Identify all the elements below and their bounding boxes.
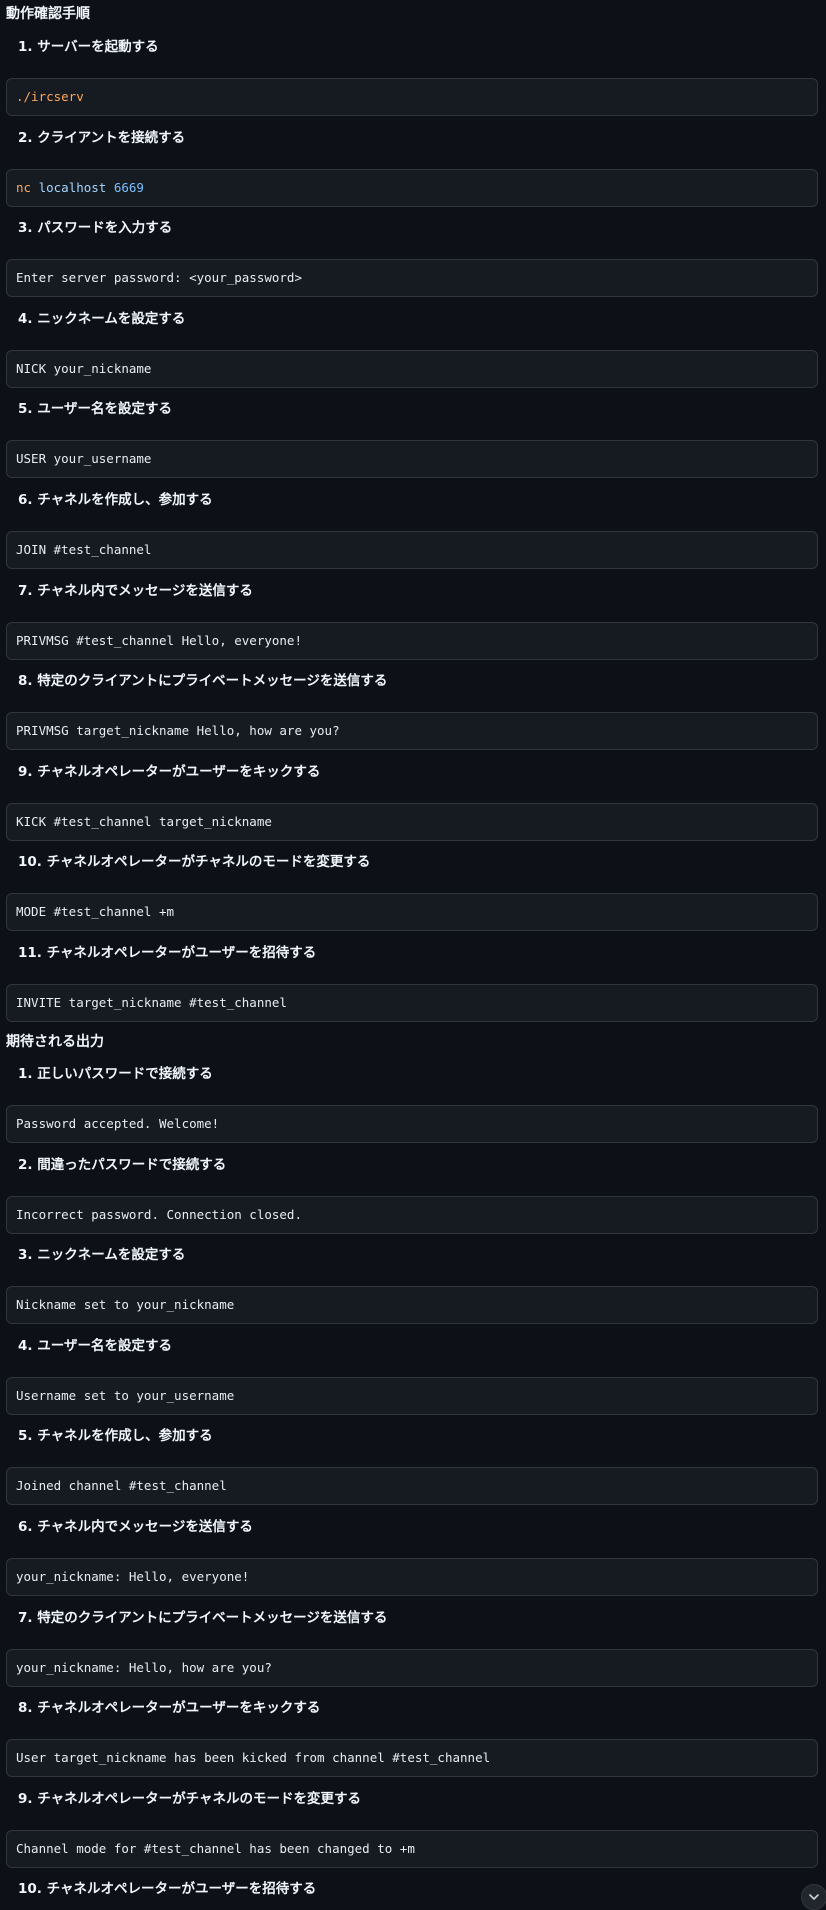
- expected-output-heading: 期待される出力: [6, 1034, 104, 1050]
- step-title: 3. ニックネームを設定する: [18, 1247, 186, 1263]
- step-title: 10. チャネルオペレーターがユーザーを招待する: [18, 1881, 317, 1897]
- code-block[interactable]: Username set to your_username: [6, 1377, 818, 1415]
- step-title: 7. 特定のクライアントにプライベートメッセージを送信する: [18, 1610, 388, 1626]
- code-block[interactable]: NICK your_nickname: [6, 350, 818, 388]
- step-title: 4. ニックネームを設定する: [18, 311, 186, 327]
- code-block[interactable]: your_nickname: Hello, everyone!: [6, 1558, 818, 1596]
- code-block[interactable]: USER your_username: [6, 440, 818, 478]
- step-title: 10. チャネルオペレーターがチャネルのモードを変更する: [18, 854, 371, 870]
- step-title: 9. チャネルオペレーターがチャネルのモードを変更する: [18, 1791, 361, 1807]
- code-block[interactable]: PRIVMSG target_nickname Hello, how are y…: [6, 712, 818, 750]
- step-title: 1. 正しいパスワードで接続する: [18, 1066, 213, 1082]
- step-title: 5. ユーザー名を設定する: [18, 401, 172, 417]
- code-block[interactable]: User target_nickname has been kicked fro…: [6, 1739, 818, 1777]
- step-title: 4. ユーザー名を設定する: [18, 1338, 172, 1354]
- step-title: 9. チャネルオペレーターがユーザーをキックする: [18, 764, 321, 780]
- step-title: 3. パスワードを入力する: [18, 220, 173, 236]
- chevron-down-icon: [808, 1888, 820, 1907]
- step-title: 5. チャネルを作成し、参加する: [18, 1428, 213, 1444]
- step-title: 6. チャネル内でメッセージを送信する: [18, 1519, 253, 1535]
- code-block[interactable]: KICK #test_channel target_nickname: [6, 803, 818, 841]
- chat-content: 動作確認手順 1. サーバーを起動する ./ircserv 2. クライアントを接続…: [0, 0, 826, 1910]
- step-title: 8. チャネルオペレーターがユーザーをキックする: [18, 1700, 321, 1716]
- procedure-heading: 動作確認手順: [6, 6, 90, 22]
- code-block[interactable]: your_nickname: Hello, how are you?: [6, 1649, 818, 1687]
- code-block[interactable]: Nickname set to your_nickname: [6, 1286, 818, 1324]
- code-block[interactable]: Incorrect password. Connection closed.: [6, 1196, 818, 1234]
- code-block[interactable]: JOIN #test_channel: [6, 531, 818, 569]
- code-block[interactable]: MODE #test_channel +m: [6, 893, 818, 931]
- code-token: 6669: [113, 180, 144, 195]
- code-block[interactable]: ./ircserv: [6, 78, 818, 116]
- step-title: 2. クライアントを接続する: [18, 130, 186, 146]
- code-block[interactable]: Joined channel #test_channel: [6, 1467, 818, 1505]
- code-token: nc: [16, 180, 32, 195]
- code-block[interactable]: INVITE target_nickname #test_channel: [6, 984, 818, 1022]
- code-token: localhost: [31, 180, 114, 195]
- step-title: 11. チャネルオペレーターがユーザーを招待する: [18, 945, 317, 961]
- scroll-down-button[interactable]: [801, 1884, 826, 1910]
- step-title: 7. チャネル内でメッセージを送信する: [18, 583, 253, 599]
- step-title: 1. サーバーを起動する: [18, 39, 159, 55]
- code-block[interactable]: PRIVMSG #test_channel Hello, everyone!: [6, 622, 818, 660]
- code-token: ./ircserv: [16, 89, 84, 104]
- step-title: 8. 特定のクライアントにプライベートメッセージを送信する: [18, 673, 388, 689]
- step-title: 2. 間違ったパスワードで接続する: [18, 1157, 227, 1173]
- code-block[interactable]: Password accepted. Welcome!: [6, 1105, 818, 1143]
- code-block[interactable]: Enter server password: <your_password>: [6, 259, 818, 297]
- code-block[interactable]: nc localhost 6669: [6, 169, 818, 207]
- code-block[interactable]: Channel mode for #test_channel has been …: [6, 1830, 818, 1868]
- step-title: 6. チャネルを作成し、参加する: [18, 492, 213, 508]
